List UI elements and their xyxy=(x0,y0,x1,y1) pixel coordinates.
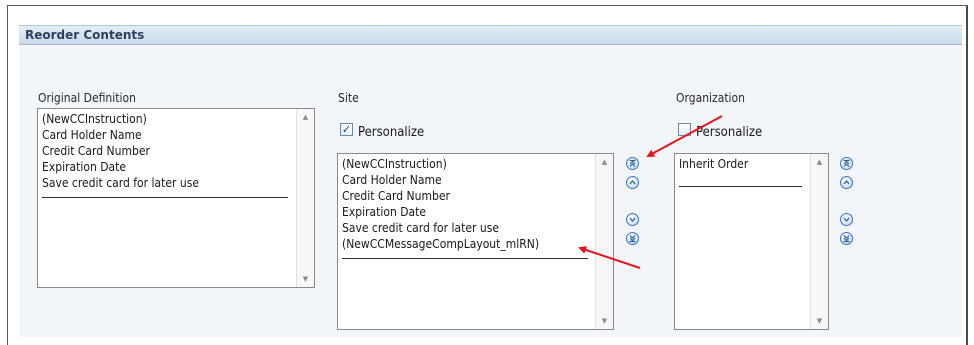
list-item[interactable]: Card Holder Name xyxy=(342,172,595,188)
list-item[interactable]: Inherit Order xyxy=(679,156,810,172)
scroll-down-icon[interactable]: ▼ xyxy=(811,313,828,329)
original-definition-listbox[interactable]: (NewCCInstruction) Card Holder Name Cred… xyxy=(37,108,315,288)
organization-personalize-checkbox[interactable] xyxy=(678,123,691,136)
scroll-up-icon[interactable]: ▲ xyxy=(596,154,613,170)
list-item[interactable]: Credit Card Number xyxy=(42,143,296,159)
list-separator xyxy=(42,197,288,198)
original-definition-label: Original Definition xyxy=(38,91,136,105)
site-personalize-label: Personalize xyxy=(358,125,425,140)
list-item[interactable]: Save credit card for later use xyxy=(342,220,595,236)
site-personalize-checkbox[interactable]: ✓ xyxy=(340,123,353,136)
organization-move-bottom-button[interactable] xyxy=(840,232,853,245)
scroll-up-icon[interactable]: ▲ xyxy=(297,109,314,125)
list-item[interactable]: (NewCCInstruction) xyxy=(42,111,296,127)
organization-label: Organization xyxy=(676,91,745,105)
list-item[interactable]: Credit Card Number xyxy=(342,188,595,204)
list-item[interactable]: Save credit card for later use xyxy=(42,175,296,191)
site-move-down-button[interactable] xyxy=(626,213,639,226)
organization-items: Inherit Order xyxy=(679,156,810,187)
site-label: Site xyxy=(338,91,359,105)
scroll-down-icon[interactable]: ▼ xyxy=(596,313,613,329)
list-separator xyxy=(342,258,588,259)
original-items: (NewCCInstruction) Card Holder Name Cred… xyxy=(42,111,296,198)
section-title: Reorder Contents xyxy=(25,28,145,42)
site-scrollbar[interactable]: ▲ ▼ xyxy=(595,154,613,329)
section-header: Reorder Contents xyxy=(19,25,962,45)
organization-listbox[interactable]: Inherit Order ▲ ▼ xyxy=(674,153,829,330)
site-items: (NewCCInstruction) Card Holder Name Cred… xyxy=(342,156,595,259)
list-item[interactable]: Expiration Date xyxy=(42,159,296,175)
list-separator xyxy=(679,186,802,187)
original-scrollbar[interactable]: ▲ ▼ xyxy=(296,109,314,287)
organization-move-up-button[interactable] xyxy=(840,176,853,189)
list-item[interactable]: (NewCCMessageCompLayout_mlRN) xyxy=(342,236,595,252)
list-item[interactable]: Card Holder Name xyxy=(42,127,296,143)
site-listbox[interactable]: (NewCCInstruction) Card Holder Name Cred… xyxy=(337,153,614,330)
organization-personalize-label: Personalize xyxy=(696,125,763,140)
site-move-up-button[interactable] xyxy=(626,176,639,189)
scroll-up-icon[interactable]: ▲ xyxy=(811,154,828,170)
list-item[interactable]: Expiration Date xyxy=(342,204,595,220)
scroll-down-icon[interactable]: ▼ xyxy=(297,271,314,287)
organization-move-down-button[interactable] xyxy=(840,213,853,226)
organization-scrollbar[interactable]: ▲ ▼ xyxy=(810,154,828,329)
site-move-top-button[interactable] xyxy=(626,157,639,170)
site-move-bottom-button[interactable] xyxy=(626,232,639,245)
organization-move-top-button[interactable] xyxy=(840,157,853,170)
list-item[interactable]: (NewCCInstruction) xyxy=(342,156,595,172)
